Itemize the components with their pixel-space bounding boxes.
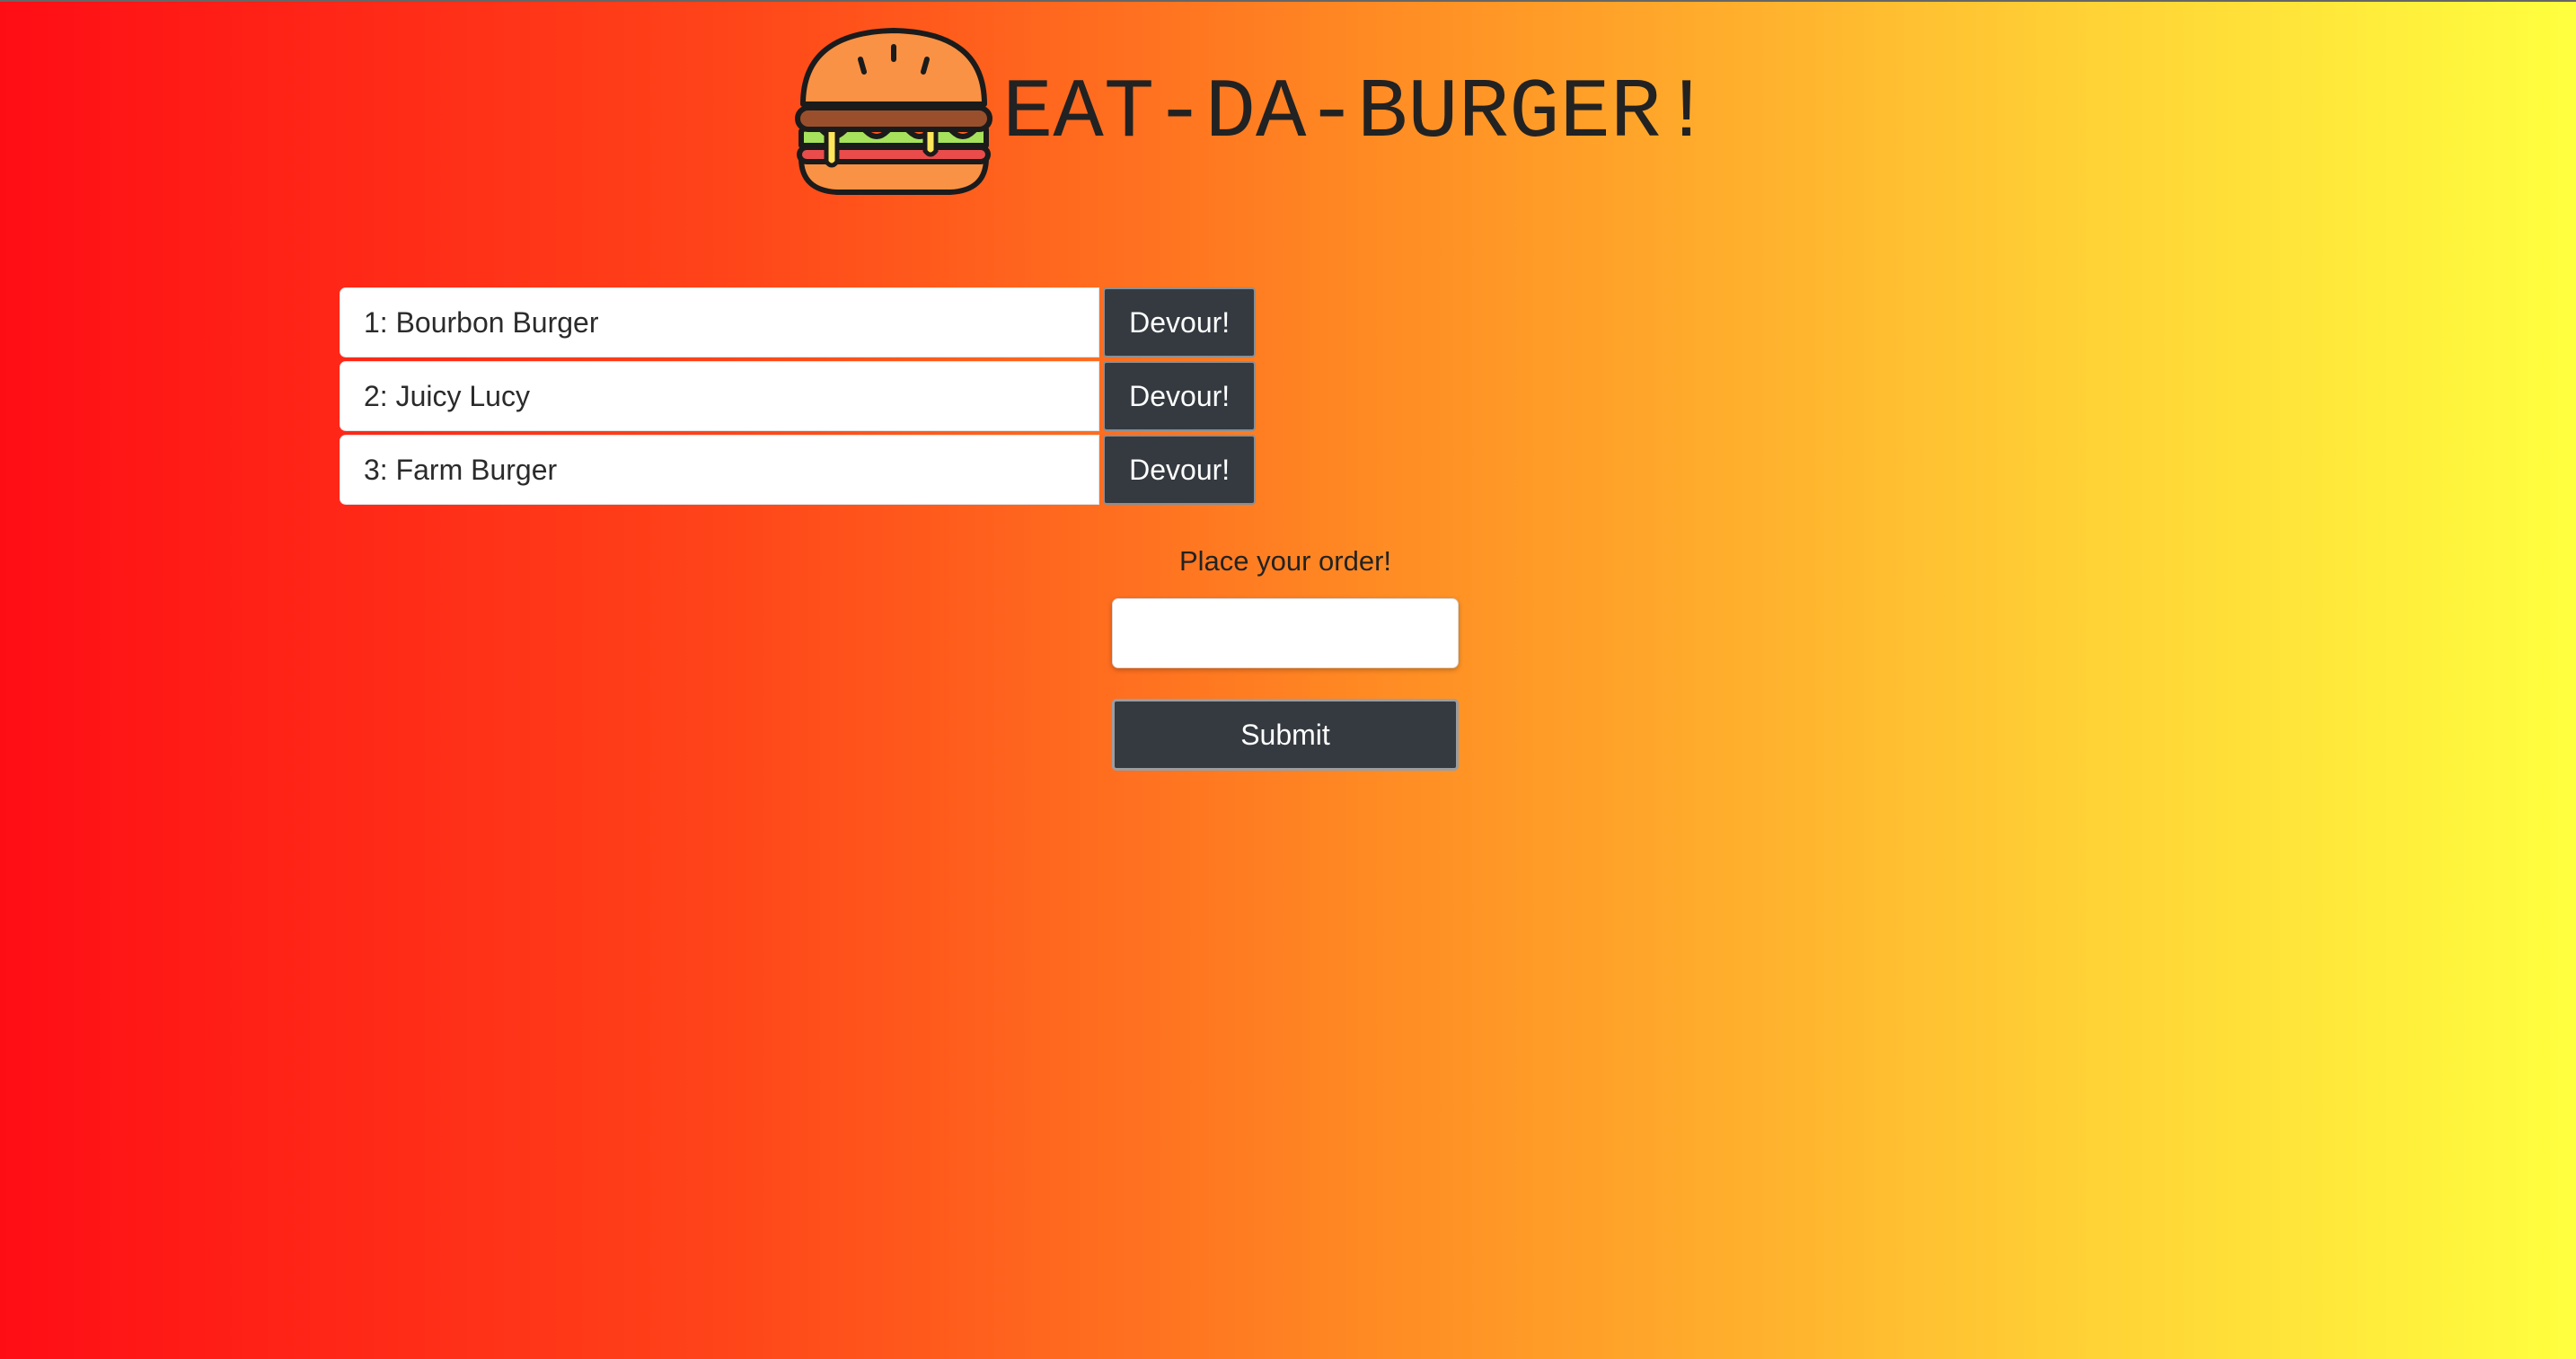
list-item: 1: Bourbon Burger Devour! (340, 287, 1256, 357)
order-form-label: Place your order! (1178, 545, 1392, 577)
page-header: EAT-DA-BURGER! (790, 25, 1712, 196)
list-item: 2: Juicy Lucy Devour! (340, 361, 1256, 431)
burger-order-list: 1: Bourbon Burger Devour! 2: Juicy Lucy … (340, 287, 1256, 508)
burger-name: 3: Farm Burger (340, 435, 1100, 505)
burger-icon (795, 28, 992, 195)
burger-name-input[interactable] (1112, 598, 1459, 668)
submit-button[interactable]: Submit (1112, 699, 1459, 771)
top-border (0, 0, 2576, 2)
order-form: Place your order! Submit (1112, 539, 1459, 771)
page-title: EAT-DA-BURGER! (1002, 66, 1712, 162)
devour-button[interactable]: Devour! (1103, 361, 1256, 431)
burger-name: 1: Bourbon Burger (340, 287, 1100, 357)
devour-button[interactable]: Devour! (1103, 287, 1256, 357)
list-item: 3: Farm Burger Devour! (340, 435, 1256, 505)
devour-button[interactable]: Devour! (1103, 435, 1256, 505)
burger-name: 2: Juicy Lucy (340, 361, 1100, 431)
